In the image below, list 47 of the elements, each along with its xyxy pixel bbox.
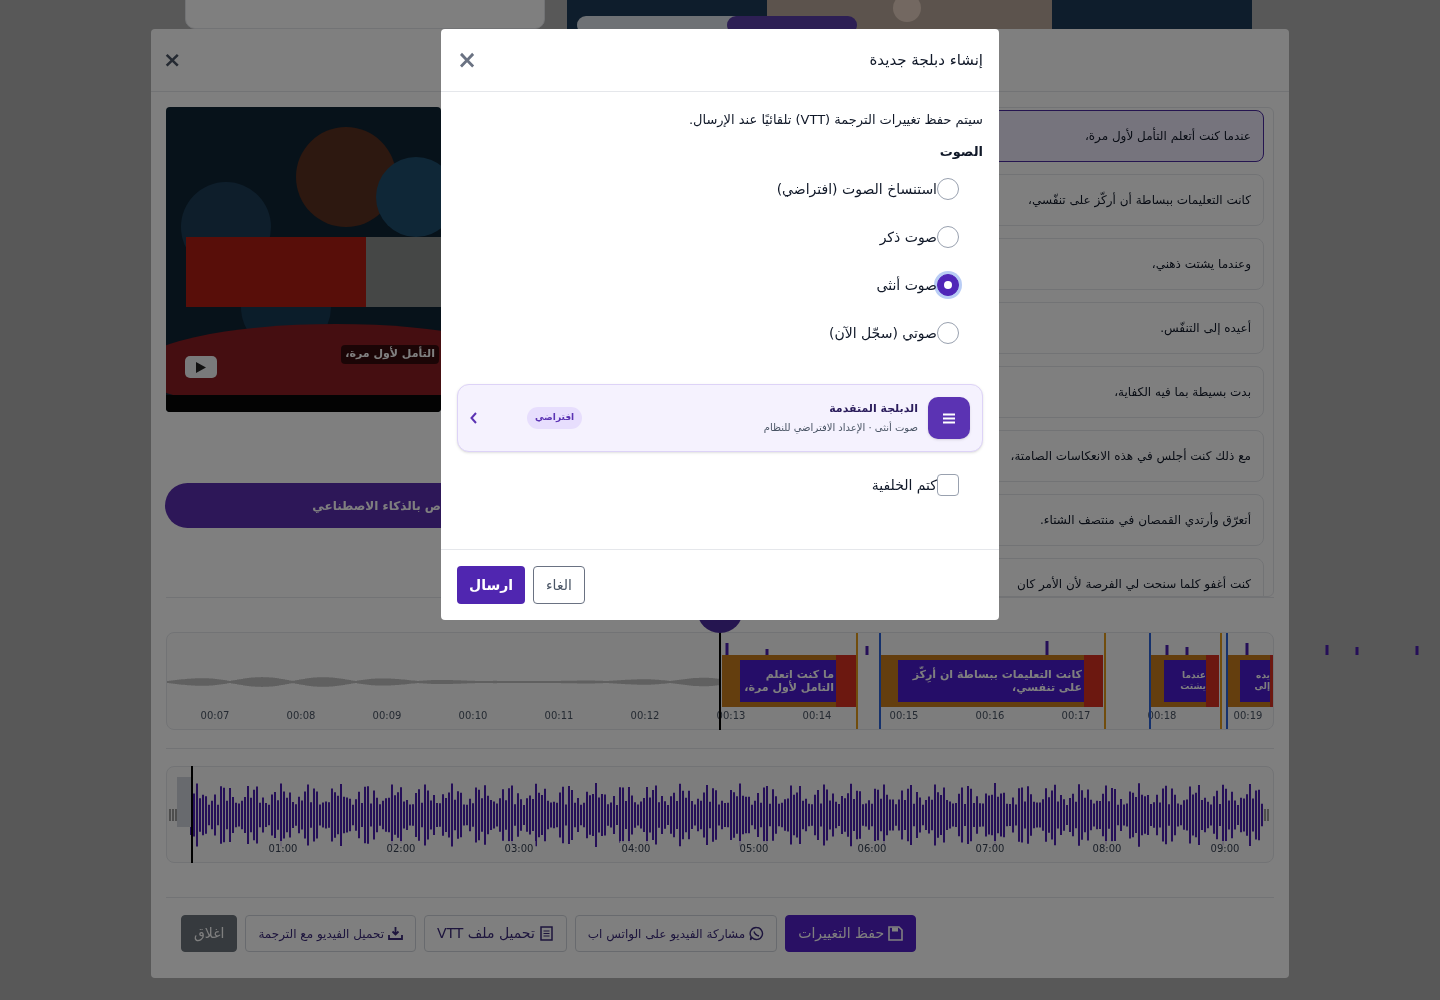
clip-text: يده إلى xyxy=(1240,660,1270,702)
clip-boundary-line[interactable] xyxy=(879,633,881,729)
submit-button[interactable]: ارسال xyxy=(457,566,526,604)
subtitle-clip[interactable]: ما كنت اتعلم التامل لأول مرة، xyxy=(722,655,856,707)
advanced-dubbing-card[interactable]: الدبلجة المتقدمة صوت أنثى · الإعداد الافتراضي للنظام افتراضي xyxy=(457,384,983,452)
radio-button[interactable] xyxy=(937,274,959,296)
playhead-line[interactable] xyxy=(191,766,193,863)
document-icon xyxy=(538,926,554,941)
subtitle-clip[interactable]: عندما يشتت xyxy=(1150,655,1219,707)
subtitle-clip[interactable]: يده إلى xyxy=(1226,655,1273,707)
download-button[interactable]: تحميل ملف VTT xyxy=(423,915,567,952)
clip-handle[interactable] xyxy=(1270,655,1273,707)
save-button[interactable]: حفظ التغييرات xyxy=(785,915,917,952)
close-button[interactable]: × xyxy=(163,49,182,71)
radio-button[interactable] xyxy=(937,178,959,200)
section-label: الصوت xyxy=(939,142,983,161)
clip-text: ما كنت اتعلم التامل لأول مرة، xyxy=(740,660,836,702)
clip-boundary-line[interactable] xyxy=(1226,633,1228,729)
dialog-title: إنشاء دبلجة جديدة xyxy=(869,49,983,71)
range-handle[interactable] xyxy=(177,777,191,827)
radio-button[interactable] xyxy=(937,226,959,248)
close-button[interactable]: اغلاق xyxy=(181,915,238,952)
chat-bubble-icon xyxy=(749,926,765,941)
clip-text: عندما يشتت xyxy=(1164,660,1206,702)
playhead-line[interactable] xyxy=(719,632,721,730)
clip-handle[interactable] xyxy=(836,655,856,707)
clip-boundary-line[interactable] xyxy=(1104,633,1106,729)
clip-handle[interactable] xyxy=(1084,655,1103,707)
close-button[interactable]: × xyxy=(457,48,478,72)
list-icon xyxy=(928,397,970,439)
download-icon xyxy=(387,926,403,941)
radio-button[interactable] xyxy=(937,322,959,344)
play-icon xyxy=(196,361,206,373)
clip-boundary-line[interactable] xyxy=(856,633,858,729)
clip-text: كانت التعليمات ببساطة ان أرِكّز على تنفسي، xyxy=(898,660,1084,702)
download-button[interactable]: تحميل الفيديو مع الترجمة xyxy=(245,915,416,952)
share-button[interactable]: مشاركة الفيديو على الواتس اب xyxy=(574,915,778,952)
chevron-icon xyxy=(470,412,477,424)
clip-boundary-line[interactable] xyxy=(1220,633,1222,729)
clip-boundary-line[interactable] xyxy=(1149,633,1151,729)
play-button[interactable] xyxy=(185,356,217,378)
subtitle-clip[interactable]: كانت التعليمات ببساطة ان أرِكّز على تنفسي، xyxy=(880,655,1103,707)
ai-button[interactable]: ص بالذكاء الاصطناعي xyxy=(165,483,441,528)
clip-handle[interactable] xyxy=(1206,655,1219,707)
default-tag: افتراضي xyxy=(527,407,583,429)
cancel-button[interactable]: الغاء xyxy=(533,566,585,604)
checkbox[interactable] xyxy=(937,474,959,496)
